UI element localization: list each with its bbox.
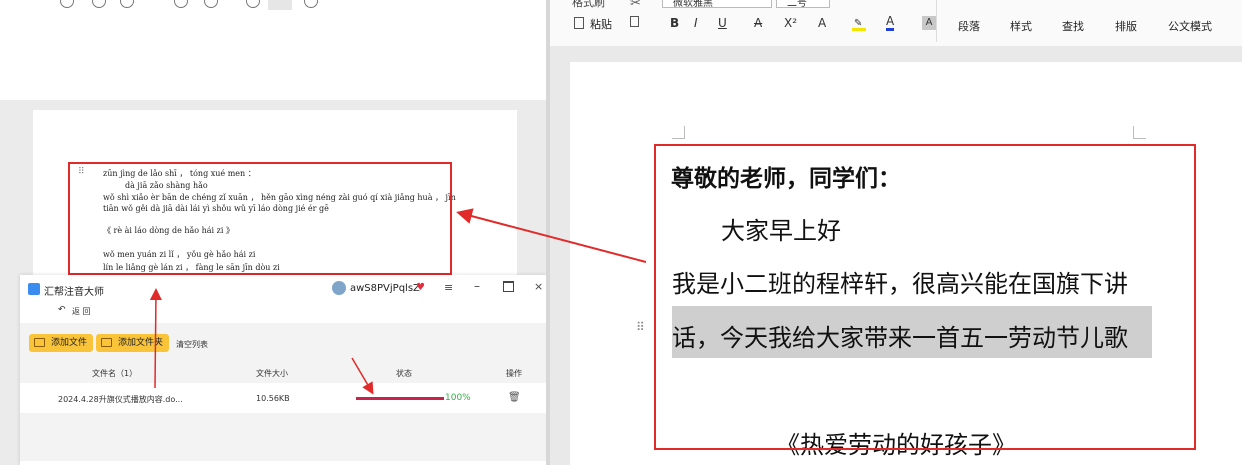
arrow-to-progress (351, 357, 374, 395)
annotation-arrows (149, 208, 647, 395)
arrow-doc-to-pinyin (456, 208, 647, 263)
arrow-file-to-pinyin (149, 288, 162, 389)
